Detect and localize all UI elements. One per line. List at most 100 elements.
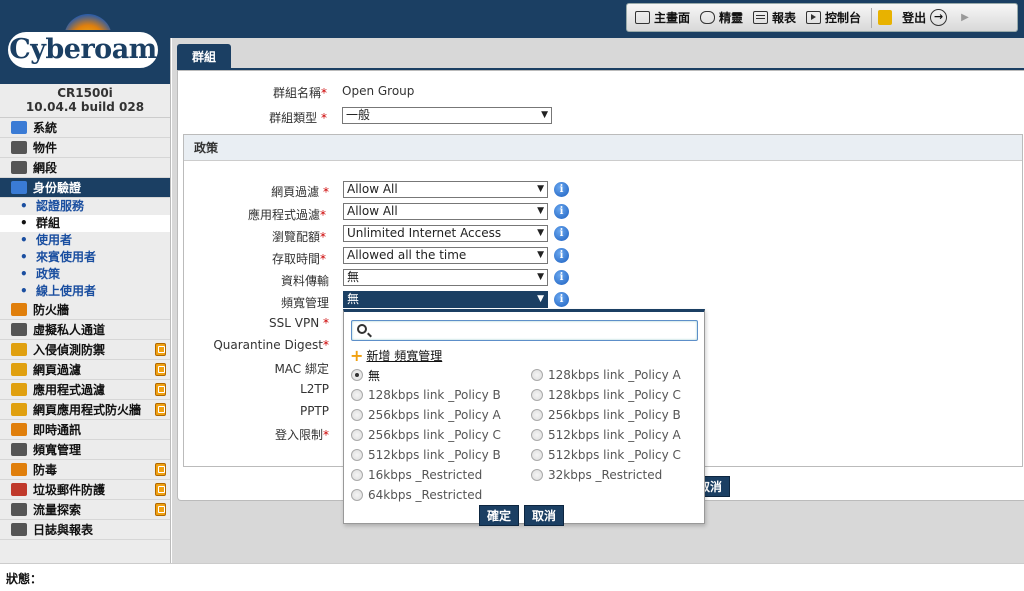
dashboard-button[interactable]: 主畫面 [635, 9, 690, 26]
group-type-select[interactable]: 一般 ▼ [342, 107, 552, 124]
radio-icon[interactable] [531, 449, 543, 461]
radio-icon[interactable] [351, 449, 363, 461]
web-filter-info-icon[interactable]: i [554, 182, 569, 197]
radio-icon[interactable] [351, 409, 363, 421]
bandwidth-option-label: 32kbps _Restricted [548, 468, 663, 482]
surfing-quota-select[interactable]: Unlimited Internet Access ▼ [343, 225, 548, 242]
toolbar-divider [871, 7, 873, 28]
bandwidth-dropdown: + 新增 頻寬管理 無 128kbps link _Policy B 256kbps… [343, 309, 705, 526]
bandwidth-option[interactable]: 512kbps link _Policy C [531, 445, 681, 465]
add-bandwidth-link[interactable]: + 新增 頻寬管理 [350, 347, 442, 364]
sidebar-item-icon [11, 503, 27, 516]
access-time-select[interactable]: Allowed all the time ▼ [343, 247, 548, 264]
radio-icon[interactable] [531, 429, 543, 441]
bandwidth-option[interactable]: 256kbps link _Policy C [351, 425, 501, 445]
sidebar-item-label: 物件 [33, 141, 58, 155]
bandwidth-option[interactable]: 64kbps _Restricted [351, 485, 482, 505]
bandwidth-select[interactable]: 無 ▼ [343, 291, 548, 308]
bandwidth-option-label: 256kbps link _Policy B [548, 408, 681, 422]
sidebar-item-icon [11, 323, 27, 336]
radio-icon[interactable] [351, 369, 363, 381]
license-badge-icon [155, 483, 166, 496]
bandwidth-option-label: 128kbps link _Policy A [548, 368, 681, 382]
sidebar-item-label: 即時通訊 [33, 423, 82, 437]
mac-binding-label: MAC 綁定 [274, 362, 329, 376]
toolbar-expand-icon[interactable]: ▶ [961, 12, 969, 23]
logout-arrow-icon: → [930, 9, 948, 26]
sidebar-item-icon [11, 363, 27, 376]
bandwidth-option[interactable]: 無 [351, 365, 380, 385]
wizard-button[interactable]: 精靈 [700, 9, 743, 26]
ssl-vpn-label: SSL VPN * [269, 316, 329, 330]
dropdown-search[interactable] [351, 320, 698, 341]
sidebar-item[interactable]: 網段 [0, 158, 170, 178]
surfing-quota-info-icon[interactable]: i [554, 226, 569, 241]
group-name-value: Open Group [342, 84, 415, 98]
lock-icon[interactable] [878, 10, 893, 25]
bandwidth-option-label: 256kbps link _Policy A [368, 408, 501, 422]
sidebar-item-icon [11, 443, 27, 456]
dashboard-icon [635, 11, 650, 24]
sidebar-item-icon [11, 141, 27, 154]
data-transfer-select[interactable]: 無 ▼ [343, 269, 548, 286]
sidebar-item-icon [11, 303, 27, 316]
app-filter-select[interactable]: Allow All ▼ [343, 203, 548, 220]
radio-icon[interactable] [531, 369, 543, 381]
dropdown-cancel-button[interactable]: 取消 [524, 505, 564, 526]
console-button[interactable]: 控制台 [806, 9, 861, 26]
sidebar-item-label: 防毒 [33, 463, 58, 477]
tab-group[interactable]: 群組 [177, 44, 231, 70]
reports-button[interactable]: 報表 [753, 9, 796, 26]
web-filter-label: 網頁過濾 * [271, 185, 329, 199]
bandwidth-option[interactable]: 128kbps link _Policy B [351, 385, 501, 405]
top-toolbar: 主畫面 精靈 報表 控制台 登出 → ▶ [626, 3, 1018, 32]
sidebar-item[interactable]: 防毒 [0, 460, 170, 480]
bandwidth-option[interactable]: 128kbps link _Policy C [531, 385, 681, 405]
sidebar-item[interactable]: 日誌與報表 [0, 520, 170, 540]
sidebar-item[interactable]: 物件 [0, 138, 170, 158]
bandwidth-option[interactable]: 512kbps link _Policy B [351, 445, 501, 465]
bandwidth-option[interactable]: 16kbps _Restricted [351, 465, 482, 485]
access-time-info-icon[interactable]: i [554, 248, 569, 263]
access-time-label: 存取時間* [271, 252, 326, 266]
app-filter-info-icon[interactable]: i [554, 204, 569, 219]
dropdown-ok-button[interactable]: 確定 [479, 505, 519, 526]
bandwidth-option[interactable]: 32kbps _Restricted [531, 465, 662, 485]
quarantine-label: Quarantine Digest* [213, 338, 329, 352]
bandwidth-info-icon[interactable]: i [554, 292, 569, 307]
web-filter-select[interactable]: Allow All ▼ [343, 181, 548, 198]
bandwidth-option[interactable]: 256kbps link _Policy A [351, 405, 501, 425]
bandwidth-option[interactable]: 128kbps link _Policy A [531, 365, 681, 385]
bandwidth-option[interactable]: 256kbps link _Policy B [531, 405, 681, 425]
console-icon [806, 11, 822, 24]
dropdown-search-input[interactable] [374, 322, 694, 339]
sidebar-item-icon [11, 463, 27, 476]
logout-button[interactable]: 登出 → [902, 9, 948, 26]
radio-icon[interactable] [351, 489, 363, 501]
radio-icon[interactable] [531, 469, 543, 481]
sidebar-item-label: 日誌與報表 [33, 523, 94, 537]
radio-icon[interactable] [351, 429, 363, 441]
license-badge-icon [155, 503, 166, 516]
cyberoam-logo: Cyberoam [6, 14, 160, 82]
sidebar-item-icon [11, 181, 27, 194]
wizard-icon [700, 11, 716, 24]
group-type-label: 群組類型 * [269, 111, 327, 125]
reports-icon [753, 11, 769, 24]
data-transfer-info-icon[interactable]: i [554, 270, 569, 285]
status-bar: 狀態： [0, 563, 1024, 591]
radio-icon[interactable] [531, 389, 543, 401]
license-badge-icon [155, 463, 166, 476]
radio-icon[interactable] [531, 409, 543, 421]
sidebar-item[interactable]: 頻寬管理 [0, 440, 170, 460]
bandwidth-option[interactable]: 512kbps link _Policy A [531, 425, 681, 445]
sidebar-item-label: 入侵偵測防禦 [33, 343, 106, 357]
radio-icon[interactable] [351, 389, 363, 401]
radio-icon[interactable] [351, 469, 363, 481]
sidebar-item[interactable]: 流量探索 [0, 500, 170, 520]
bandwidth-option-label: 128kbps link _Policy B [368, 388, 501, 402]
sidebar-item[interactable]: 垃圾郵件防護 [0, 480, 170, 500]
sidebar-item-label: 系統 [33, 121, 58, 135]
bandwidth-option-label: 16kbps _Restricted [368, 468, 483, 482]
search-icon [357, 324, 367, 334]
